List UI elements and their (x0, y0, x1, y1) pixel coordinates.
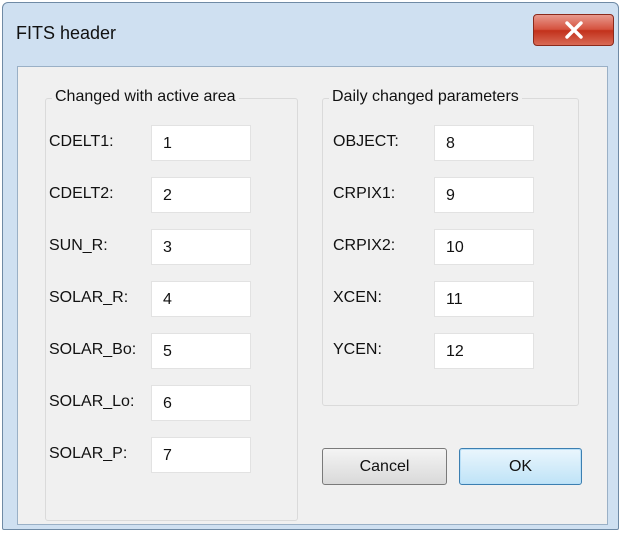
input-ycen[interactable]: 12 (434, 333, 534, 369)
input-solar-lo[interactable]: 6 (151, 385, 251, 421)
fits-header-dialog: FITS header Changed with active area Dai… (2, 2, 619, 530)
close-icon (564, 21, 583, 39)
input-crpix1[interactable]: 9 (434, 177, 534, 213)
input-solar-r[interactable]: 4 (151, 281, 251, 317)
label-solar-r: SOLAR_R: (49, 289, 129, 306)
label-cdelt1: CDELT1: (49, 133, 114, 150)
input-xcen[interactable]: 11 (434, 281, 534, 317)
label-solar-bo: SOLAR_Bo: (49, 341, 137, 358)
label-ycen: YCEN: (333, 341, 382, 358)
label-crpix1: CRPIX1: (333, 185, 396, 202)
input-object[interactable]: 8 (434, 125, 534, 161)
label-sun-r: SUN_R: (49, 237, 108, 254)
label-object: OBJECT: (333, 133, 399, 150)
cancel-button[interactable]: Cancel (322, 448, 447, 485)
label-xcen: XCEN: (333, 289, 382, 306)
input-sun-r[interactable]: 3 (151, 229, 251, 265)
close-button[interactable] (533, 14, 614, 46)
label-cdelt2: CDELT2: (49, 185, 114, 202)
group-title-right: Daily changed parameters (329, 88, 522, 106)
window-title: FITS header (16, 23, 117, 43)
label-crpix2: CRPIX2: (333, 237, 396, 254)
input-cdelt1[interactable]: 1 (151, 125, 251, 161)
label-solar-lo: SOLAR_Lo: (49, 393, 135, 410)
input-crpix2[interactable]: 10 (434, 229, 534, 265)
input-solar-p[interactable]: 7 (151, 437, 251, 473)
ok-button[interactable]: OK (459, 448, 582, 485)
input-solar-bo[interactable]: 5 (151, 333, 251, 369)
dialog-client-area: Changed with active area Daily changed p… (17, 66, 608, 525)
label-solar-p: SOLAR_P: (49, 445, 128, 462)
input-cdelt2[interactable]: 2 (151, 177, 251, 213)
group-title-left: Changed with active area (52, 88, 239, 106)
